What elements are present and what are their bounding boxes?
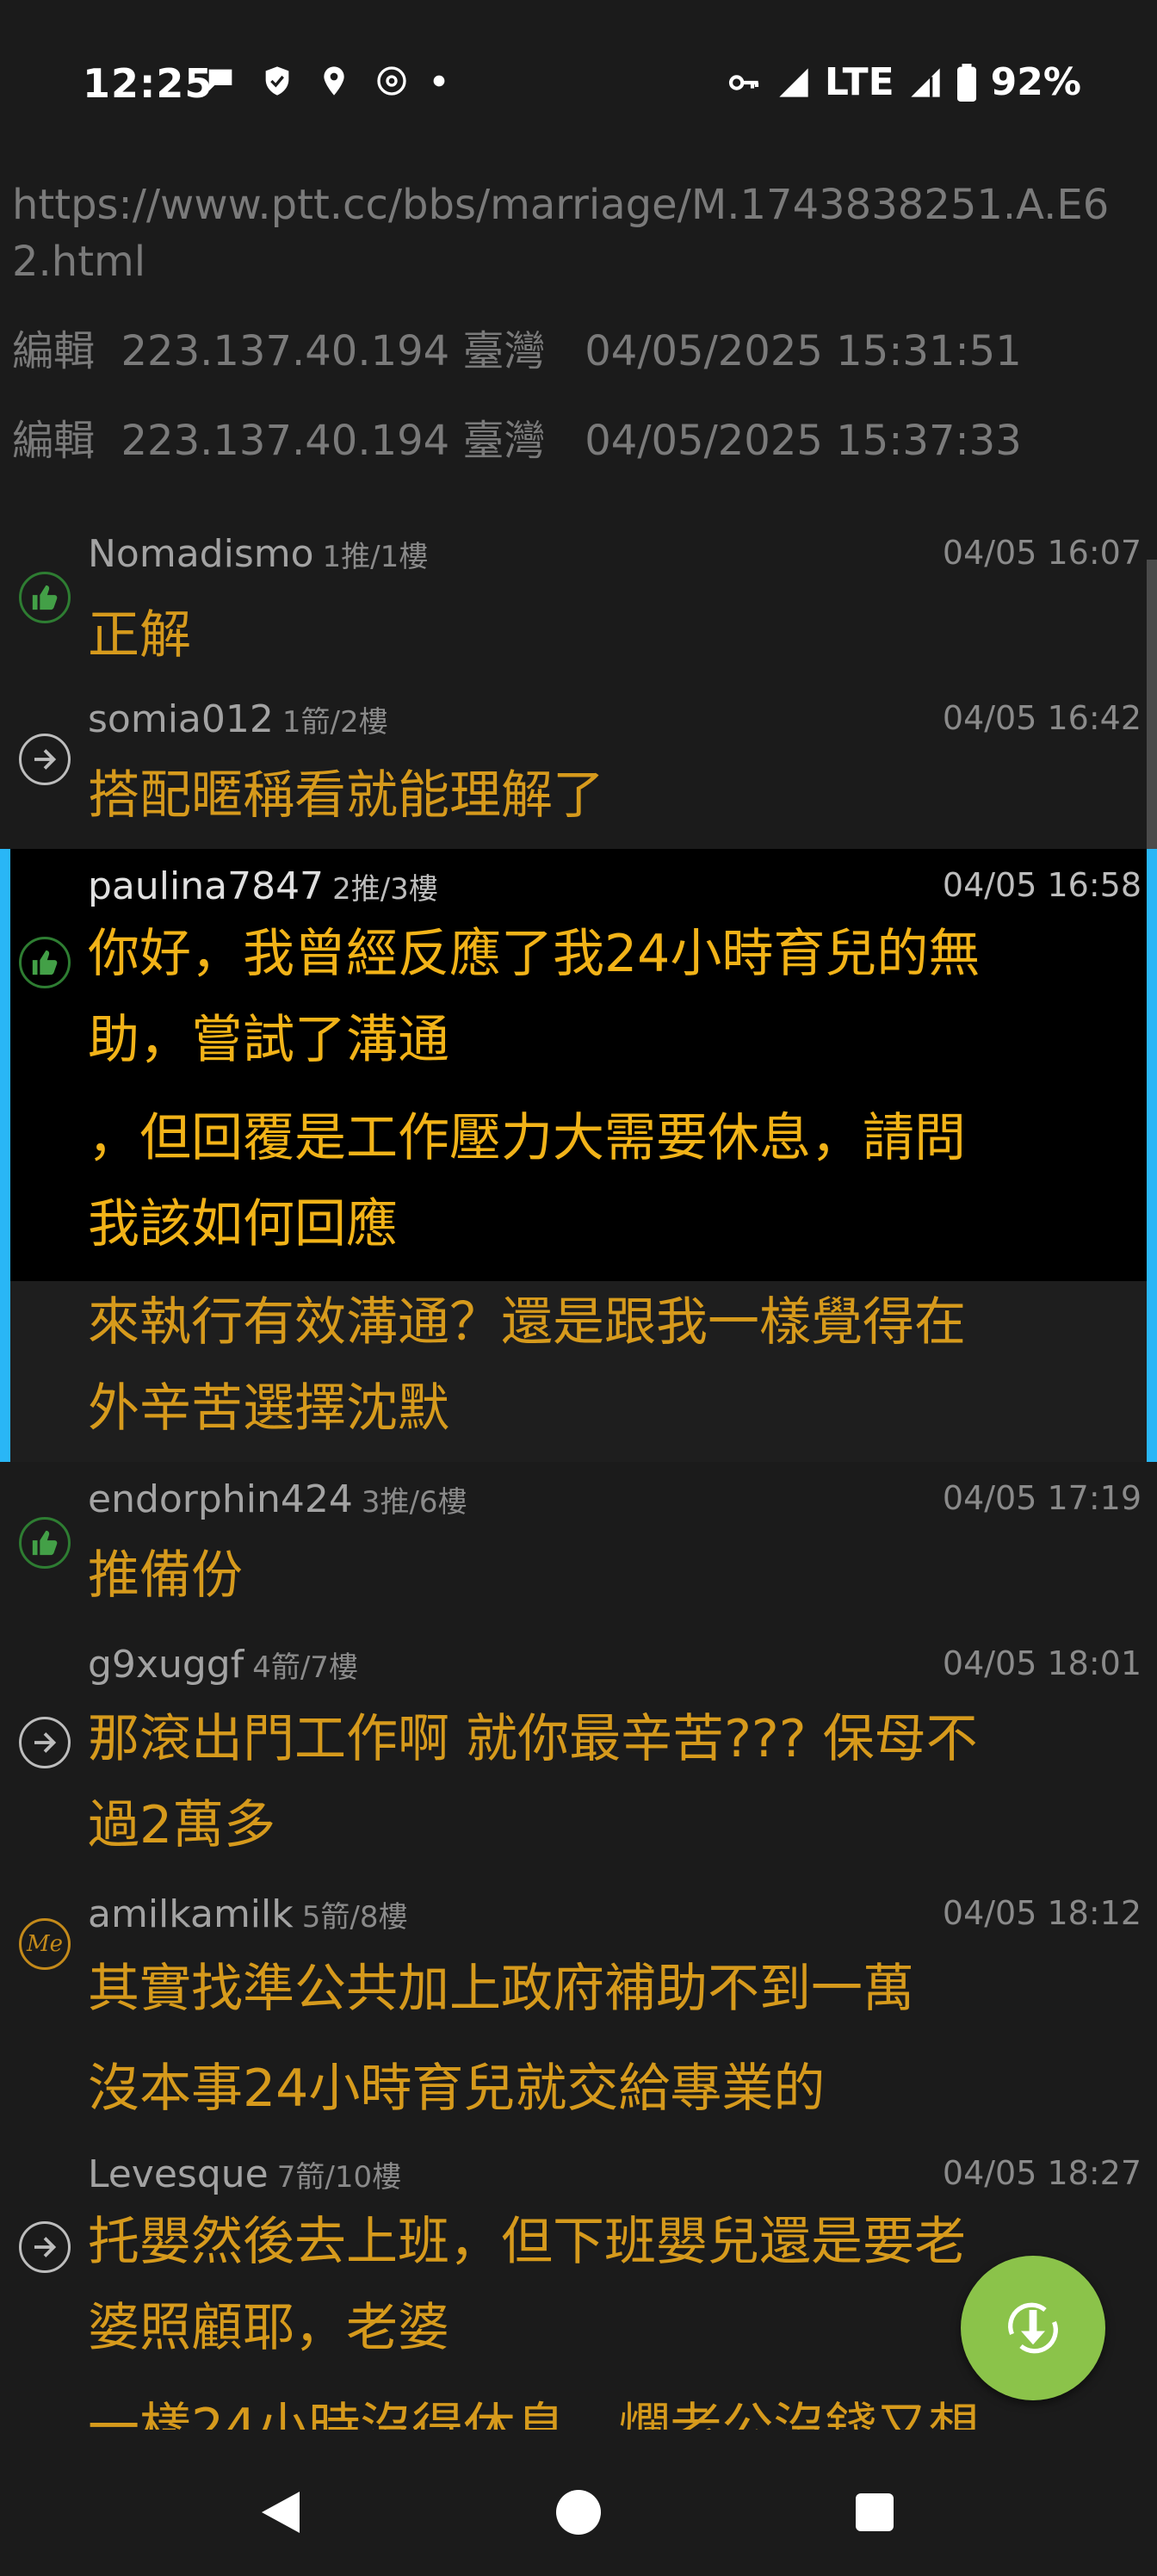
- system-icons: LTE 92%: [725, 60, 1081, 104]
- dot-icon: [433, 75, 445, 87]
- thumbs-up-icon: [19, 572, 71, 623]
- home-nav-icon[interactable]: [556, 2490, 601, 2535]
- comment-floor: 1推/1樓: [322, 540, 429, 574]
- comment-username[interactable]: endorphin424: [88, 1477, 353, 1521]
- me-badge-icon: Me: [19, 1918, 71, 1970]
- vpn-key-icon: [728, 74, 758, 90]
- back-nav-icon[interactable]: [258, 2488, 303, 2536]
- shield-icon: [265, 66, 289, 96]
- article-url[interactable]: https://www.ptt.cc/bbs/marriage/M.174383…: [12, 176, 1114, 290]
- notification-icons: [203, 64, 446, 98]
- comment-item[interactable]: Me amilkamilk 5箭/8樓 04/05 18:12 其實找準公共加上政…: [0, 1877, 1157, 2137]
- comment-time: 04/05 18:12: [942, 1894, 1142, 1932]
- selection-bar: [1147, 849, 1157, 1462]
- comment-item[interactable]: g9xuggf 4箭/7樓 04/05 18:01 那滾出門工作啊 就你最辛苦??…: [0, 1627, 1157, 1877]
- comment-meta: g9xuggf 4箭/7樓: [88, 1643, 358, 1687]
- comment-text: 其實找準公共加上政府補助不到一萬 沒本事24小時育兒就交給專業的: [88, 1959, 914, 2119]
- comment-meta: endorphin424 3推/6樓: [88, 1477, 467, 1521]
- comment-username[interactable]: Levesque: [88, 2152, 269, 2196]
- signal-icon: [911, 67, 940, 97]
- thumbs-up-icon: [19, 937, 71, 988]
- comment-time: 04/05 16:07: [942, 534, 1142, 572]
- article-footer-info: https://www.ptt.cc/bbs/marriage/M.174383…: [12, 176, 1145, 469]
- signal-icon: [779, 67, 808, 97]
- comment-floor: 1箭/2樓: [282, 705, 388, 740]
- edit-record: 編輯 223.137.40.194 臺灣 04/05/2025 15:37:33: [12, 417, 1022, 465]
- comment-text: 搭配暱稱看就能理解了: [88, 765, 604, 826]
- comment-username[interactable]: amilkamilk: [88, 1892, 294, 1936]
- comment-floor: 5箭/8樓: [301, 1900, 408, 1935]
- comment-time: 04/05 16:42: [942, 699, 1142, 737]
- comment-time: 04/05 18:27: [942, 2154, 1142, 2192]
- battery-icon: [956, 63, 976, 102]
- comment-item[interactable]: Nomadismo 1推/1樓 04/05 16:07 正解: [0, 517, 1157, 682]
- comment-meta: Levesque 7箭/10樓: [88, 2152, 401, 2196]
- edit-record: 編輯 223.137.40.194 臺灣 04/05/2025 15:31:51: [12, 327, 1022, 375]
- app-at-icon: [377, 66, 406, 96]
- thumbs-up-icon: [19, 1517, 71, 1569]
- battery-level: 92%: [990, 60, 1081, 104]
- recents-nav-icon[interactable]: [856, 2493, 894, 2531]
- navigation-bar: [0, 2454, 1157, 2576]
- comment-meta: paulina7847 2推/3樓: [88, 864, 438, 908]
- arrow-right-icon: [19, 1717, 71, 1768]
- comment-item[interactable]: endorphin424 3推/6樓 04/05 17:19 推備份: [0, 1462, 1157, 1627]
- comment-meta: somia012 1箭/2樓: [88, 697, 388, 741]
- selection-bar: [0, 849, 10, 1462]
- status-time: 12:25: [83, 60, 213, 107]
- comment-username[interactable]: Nomadismo: [88, 532, 314, 576]
- comment-item[interactable]: somia012 1箭/2樓 04/05 16:42 搭配暱稱看就能理解了: [0, 682, 1157, 849]
- refresh-fab-button[interactable]: [961, 2256, 1105, 2400]
- comment-time: 04/05 18:01: [942, 1644, 1142, 1682]
- comment-username[interactable]: somia012: [88, 697, 274, 741]
- comment-floor: 2推/3樓: [332, 872, 438, 907]
- comment-time: 04/05 17:19: [942, 1479, 1142, 1517]
- comment-text: 推備份: [88, 1545, 243, 1606]
- comment-text: 你好，我曾經反應了我24小時育兒的無 助，嘗試了溝通 ，但回覆是工作壓力大需要休…: [88, 924, 981, 1439]
- arrow-right-icon: [19, 734, 71, 785]
- chat-bubble-icon: [208, 69, 232, 91]
- comment-floor: 4箭/7樓: [252, 1650, 358, 1685]
- comment-text: 那滾出門工作啊 就你最辛苦??? 保母不 過2萬多: [88, 1709, 978, 1855]
- comment-floor: 7箭/10樓: [276, 2160, 402, 2195]
- comment-list: Nomadismo 1推/1樓 04/05 16:07 正解 somia012 1箭…: [0, 517, 1157, 2430]
- comment-meta: Nomadismo 1推/1樓: [88, 532, 428, 576]
- comment-username[interactable]: g9xuggf: [88, 1643, 244, 1687]
- comment-time: 04/05 16:58: [942, 866, 1142, 904]
- refresh-download-icon: [1008, 2302, 1058, 2354]
- network-type: LTE: [824, 60, 894, 104]
- comment-text: 正解: [88, 605, 191, 666]
- arrow-right-icon: [19, 2221, 71, 2273]
- comment-item-selected[interactable]: paulina7847 2推/3樓 04/05 16:58 你好，我曾經反應了我2…: [0, 849, 1157, 1462]
- status-bar: 12:25 LTE 92%: [0, 0, 1157, 172]
- location-pin-icon: [324, 66, 344, 96]
- comment-floor: 3推/6樓: [361, 1485, 467, 1520]
- comment-username[interactable]: paulina7847: [88, 864, 324, 908]
- comment-meta: amilkamilk 5箭/8樓: [88, 1892, 407, 1936]
